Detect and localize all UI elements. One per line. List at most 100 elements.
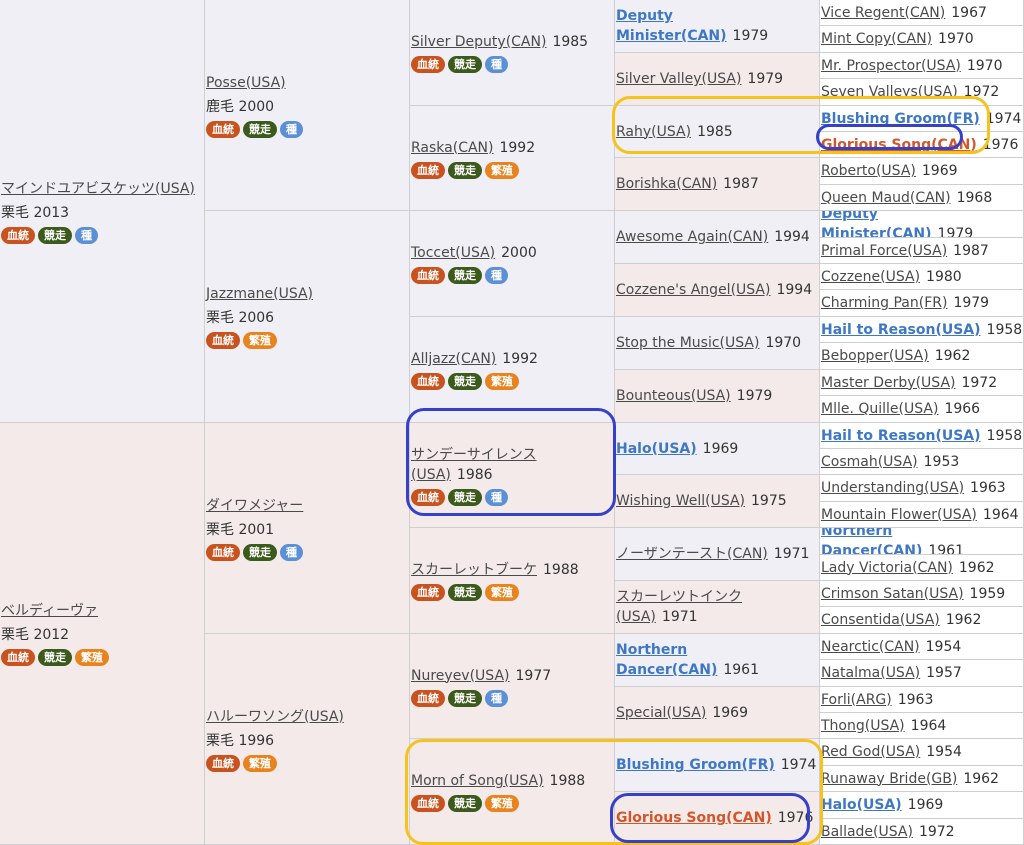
blood-badge[interactable]: 血統 bbox=[206, 754, 240, 772]
horse-name-link[interactable]: Vice Regent(CAN) bbox=[821, 5, 945, 21]
breed-badge[interactable]: 繁殖 bbox=[485, 584, 519, 601]
horse-name-link[interactable]: Natalma(USA) bbox=[821, 665, 920, 681]
horse-name-link[interactable]: Glorious Song(CAN) bbox=[821, 137, 977, 153]
horse-name-link[interactable]: Ballade(USA) bbox=[821, 824, 913, 840]
blood-badge[interactable]: 血統 bbox=[206, 543, 240, 561]
horse-name-link[interactable]: Lady Victoria(CAN) bbox=[821, 560, 953, 576]
horse-name-link[interactable]: Halo(USA) bbox=[616, 441, 697, 457]
blood-badge[interactable]: 血統 bbox=[411, 56, 445, 73]
breed-badge[interactable]: 繁殖 bbox=[485, 373, 519, 390]
horse-name-link[interactable]: Deputy Minister(CAN) bbox=[821, 211, 932, 237]
horse-name-link[interactable]: ベルディーヴァ bbox=[1, 603, 98, 619]
blood-badge[interactable]: 血統 bbox=[206, 120, 240, 138]
horse-name-link[interactable]: Primal Force(USA) bbox=[821, 243, 947, 259]
horse-name-link[interactable]: Runaway Bride(GB) bbox=[821, 771, 957, 787]
stud-badge[interactable]: 種 bbox=[280, 120, 303, 138]
stud-badge[interactable]: 種 bbox=[485, 689, 508, 707]
horse-name-link[interactable]: Blushing Groom(FR) bbox=[821, 111, 980, 127]
horse-name-link[interactable]: Glorious Song(CAN) bbox=[616, 810, 772, 826]
blood-badge[interactable]: 血統 bbox=[411, 795, 445, 812]
horse-name-link[interactable]: スカーレットブーケ bbox=[411, 562, 537, 578]
horse-name-link[interactable]: Understanding(USA) bbox=[821, 480, 964, 496]
horse-name-link[interactable]: Silver Valley(USA) bbox=[616, 71, 741, 87]
blood-badge[interactable]: 血統 bbox=[411, 488, 445, 506]
stud-badge[interactable]: 種 bbox=[75, 226, 98, 244]
horse-name-link[interactable]: Nearctic(CAN) bbox=[821, 639, 920, 655]
horse-name-link[interactable]: Nureyev(USA) bbox=[411, 668, 510, 684]
race-badge[interactable]: 競走 bbox=[448, 584, 482, 601]
horse-name-link[interactable]: ノーザンテースト(CAN) bbox=[616, 546, 768, 562]
horse-name-link[interactable]: Northern Dancer(CAN) bbox=[616, 642, 717, 678]
breed-badge[interactable]: 繁殖 bbox=[243, 754, 277, 772]
blood-badge[interactable]: 血統 bbox=[206, 332, 240, 349]
race-badge[interactable]: 競走 bbox=[448, 267, 482, 284]
breed-badge[interactable]: 繁殖 bbox=[243, 332, 277, 349]
blood-badge[interactable]: 血統 bbox=[411, 373, 445, 390]
race-badge[interactable]: 競走 bbox=[243, 120, 277, 138]
race-badge[interactable]: 競走 bbox=[38, 649, 72, 666]
horse-name-link[interactable]: Consentida(USA) bbox=[821, 612, 940, 628]
horse-name-link[interactable]: Mountain Flower(USA) bbox=[821, 507, 977, 523]
horse-name-link[interactable]: Forli(ARG) bbox=[821, 692, 892, 708]
horse-name-link[interactable]: Borishka(CAN) bbox=[616, 176, 717, 192]
stud-badge[interactable]: 種 bbox=[485, 488, 508, 506]
horse-name-link[interactable]: Cozzene(USA) bbox=[821, 269, 920, 285]
race-badge[interactable]: 競走 bbox=[448, 795, 482, 812]
stud-badge[interactable]: 種 bbox=[485, 267, 508, 284]
horse-name-link[interactable]: Hail to Reason(USA) bbox=[821, 322, 981, 338]
horse-name-link[interactable]: Thong(USA) bbox=[821, 718, 905, 734]
horse-name-link[interactable]: Raska(CAN) bbox=[411, 140, 493, 156]
horse-name-link[interactable]: Jazzmane(USA) bbox=[206, 286, 313, 302]
race-badge[interactable]: 競走 bbox=[448, 488, 482, 506]
stud-badge[interactable]: 種 bbox=[485, 56, 508, 73]
horse-name-link[interactable]: Roberto(USA) bbox=[821, 163, 916, 179]
horse-name-link[interactable]: Wishing Well(USA) bbox=[616, 493, 745, 509]
horse-name-link[interactable]: Awesome Again(CAN) bbox=[616, 229, 768, 245]
horse-name-link[interactable]: Bounteous(USA) bbox=[616, 388, 731, 404]
breed-badge[interactable]: 繁殖 bbox=[75, 649, 109, 666]
horse-name-link[interactable]: Queen Maud(CAN) bbox=[821, 190, 951, 206]
horse-name-link[interactable]: Mr. Prospector(USA) bbox=[821, 58, 961, 74]
blood-badge[interactable]: 血統 bbox=[411, 689, 445, 707]
race-badge[interactable]: 競走 bbox=[448, 161, 482, 179]
blood-badge[interactable]: 血統 bbox=[1, 649, 35, 666]
breed-badge[interactable]: 繁殖 bbox=[485, 795, 519, 812]
horse-name-link[interactable]: Morn of Song(USA) bbox=[411, 773, 544, 789]
blood-badge[interactable]: 血統 bbox=[411, 267, 445, 284]
horse-name-link[interactable]: Silver Deputy(CAN) bbox=[411, 34, 546, 50]
horse-name-link[interactable]: Red God(USA) bbox=[821, 744, 920, 760]
blood-badge[interactable]: 血統 bbox=[1, 226, 35, 244]
race-badge[interactable]: 競走 bbox=[448, 56, 482, 73]
horse-name-link[interactable]: Cosmah(USA) bbox=[821, 454, 918, 470]
horse-name-link[interactable]: Deputy Minister(CAN) bbox=[616, 8, 727, 44]
blood-badge[interactable]: 血統 bbox=[411, 584, 445, 601]
horse-name-link[interactable]: Cozzene's Angel(USA) bbox=[616, 282, 770, 298]
horse-name-link[interactable]: ダイワメジャー bbox=[206, 498, 303, 514]
horse-name-link[interactable]: Rahy(USA) bbox=[616, 124, 691, 140]
horse-name-link[interactable]: Special(USA) bbox=[616, 705, 706, 721]
horse-name-link[interactable]: Master Derby(USA) bbox=[821, 375, 955, 391]
horse-name-link[interactable]: Crimson Satan(USA) bbox=[821, 586, 964, 602]
horse-name-link[interactable]: Halo(USA) bbox=[821, 797, 902, 813]
breed-badge[interactable]: 繁殖 bbox=[485, 161, 519, 179]
blood-badge[interactable]: 血統 bbox=[411, 161, 445, 179]
horse-name-link[interactable]: Blushing Groom(FR) bbox=[616, 757, 775, 773]
horse-name-link[interactable]: Seven Valleys(USA) bbox=[821, 84, 958, 100]
horse-name-link[interactable]: Alljazz(CAN) bbox=[411, 351, 496, 367]
horse-name-link[interactable]: ハルーワソング(USA) bbox=[206, 709, 344, 725]
race-badge[interactable]: 競走 bbox=[448, 373, 482, 390]
horse-name-link[interactable]: Mint Copy(CAN) bbox=[821, 31, 932, 47]
horse-name-link[interactable]: Stop the Music(USA) bbox=[616, 335, 759, 351]
horse-name-link[interactable]: Bebopper(USA) bbox=[821, 348, 929, 364]
horse-name-link[interactable]: Charming Pan(FR) bbox=[821, 295, 947, 311]
race-badge[interactable]: 競走 bbox=[243, 543, 277, 561]
horse-name-link[interactable]: Northern Dancer(CAN) bbox=[821, 528, 922, 554]
horse-name-link[interactable]: Posse(USA) bbox=[206, 75, 286, 91]
horse-name-link[interactable]: Mlle. Quille(USA) bbox=[821, 401, 938, 417]
horse-name-link[interactable]: マインドユアビスケッツ(USA) bbox=[1, 181, 195, 197]
horse-name-link[interactable]: Hail to Reason(USA) bbox=[821, 428, 981, 444]
stud-badge[interactable]: 種 bbox=[280, 543, 303, 561]
race-badge[interactable]: 競走 bbox=[38, 226, 72, 244]
race-badge[interactable]: 競走 bbox=[448, 689, 482, 707]
horse-name-link[interactable]: Toccet(USA) bbox=[411, 245, 495, 261]
